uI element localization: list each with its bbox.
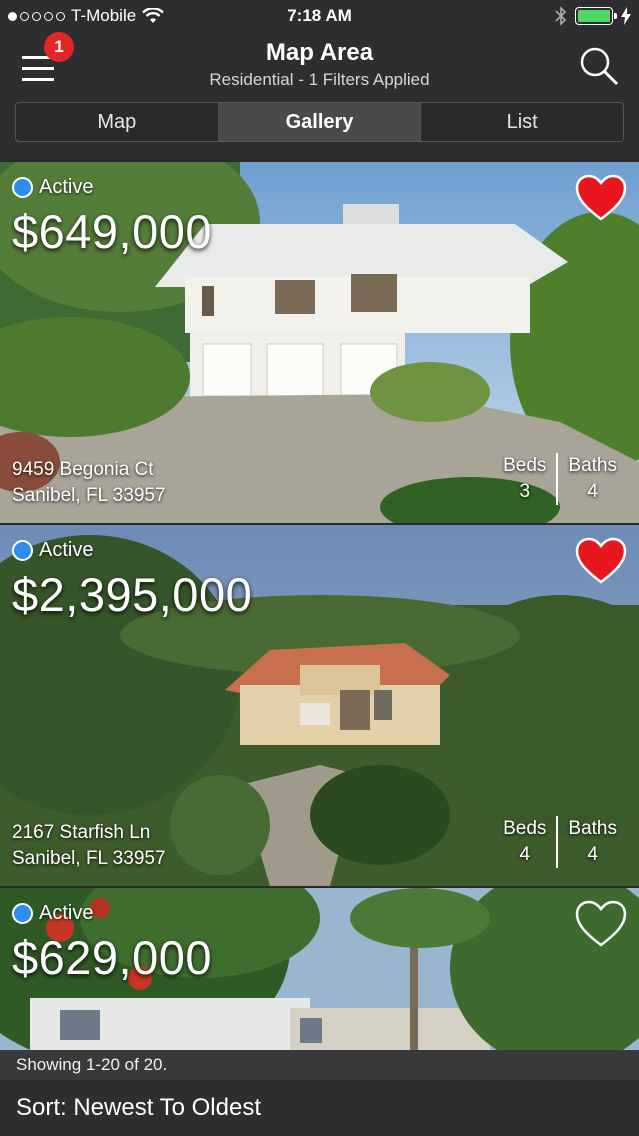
baths-count: 4 [587,481,598,502]
beds-label: Beds [503,818,547,839]
beds-spec: Beds 4 [493,816,556,868]
charging-icon [621,7,631,25]
listing-price: $2,395,000 [12,568,253,621]
baths-label: Baths [568,818,617,839]
favorite-heart-outline-icon[interactable] [575,900,627,948]
baths-spec: Baths 4 [556,453,627,505]
bluetooth-icon [555,6,567,26]
status-right [555,6,631,26]
baths-count: 4 [587,844,598,865]
listing-card[interactable]: Active $649,000 9459 Begonia Ct Sanibel,… [0,162,639,523]
status-label: Active [39,176,94,198]
listing-status: Active [12,902,93,925]
status-label: Active [39,902,94,924]
listing-status: Active [12,176,93,199]
listing-address: 9459 Begonia Ct Sanibel, FL 33957 [12,457,166,509]
beds-spec: Beds 3 [493,453,556,505]
address-city: Sanibel, FL 33957 [12,848,166,869]
tab-gallery[interactable]: Gallery [218,103,422,141]
listing-price: $649,000 [12,205,213,258]
active-status-icon [12,540,33,561]
nav-header: 1 Map Area Residential - 1 Filters Appli… [0,32,639,160]
baths-label: Baths [568,455,617,476]
search-icon[interactable] [579,46,619,86]
listing-address: 2167 Starfish Ln Sanibel, FL 33957 [12,820,166,872]
beds-count: 3 [519,481,531,502]
tab-map[interactable]: Map [16,103,219,141]
baths-spec: Baths 4 [556,816,627,868]
clock: 7:18 AM [287,6,352,25]
listing-card[interactable]: Active $629,000 [0,888,639,1050]
address-street: 9459 Begonia Ct [12,459,154,480]
listing-price: $629,000 [12,931,213,984]
address-street: 2167 Starfish Ln [12,822,151,843]
view-mode-tabs: Map Gallery List [15,102,624,142]
beds-label: Beds [503,455,547,476]
favorite-heart-icon[interactable] [575,537,627,585]
beds-count: 4 [519,844,531,865]
status-bar: T-Mobile 7:18 AM [0,0,639,32]
listing-specs: Beds 3 Baths 4 [493,453,627,505]
listing-card[interactable]: Active $2,395,000 2167 Starfish Ln Sanib… [0,525,639,886]
active-status-icon [12,177,33,198]
page-title: Map Area [265,39,374,66]
listing-status: Active [12,539,93,562]
battery-icon [575,7,617,25]
active-status-icon [12,903,33,924]
favorite-heart-icon[interactable] [575,174,627,222]
address-city: Sanibel, FL 33957 [12,485,166,506]
sort-selector[interactable]: Sort: Newest To Oldest [0,1080,639,1136]
results-count: Showing 1-20 of 20. [0,1050,639,1080]
status-label: Active [39,539,94,561]
listing-specs: Beds 4 Baths 4 [493,816,627,868]
tab-list[interactable]: List [421,103,623,141]
filter-summary: Residential - 1 Filters Applied [209,70,430,89]
